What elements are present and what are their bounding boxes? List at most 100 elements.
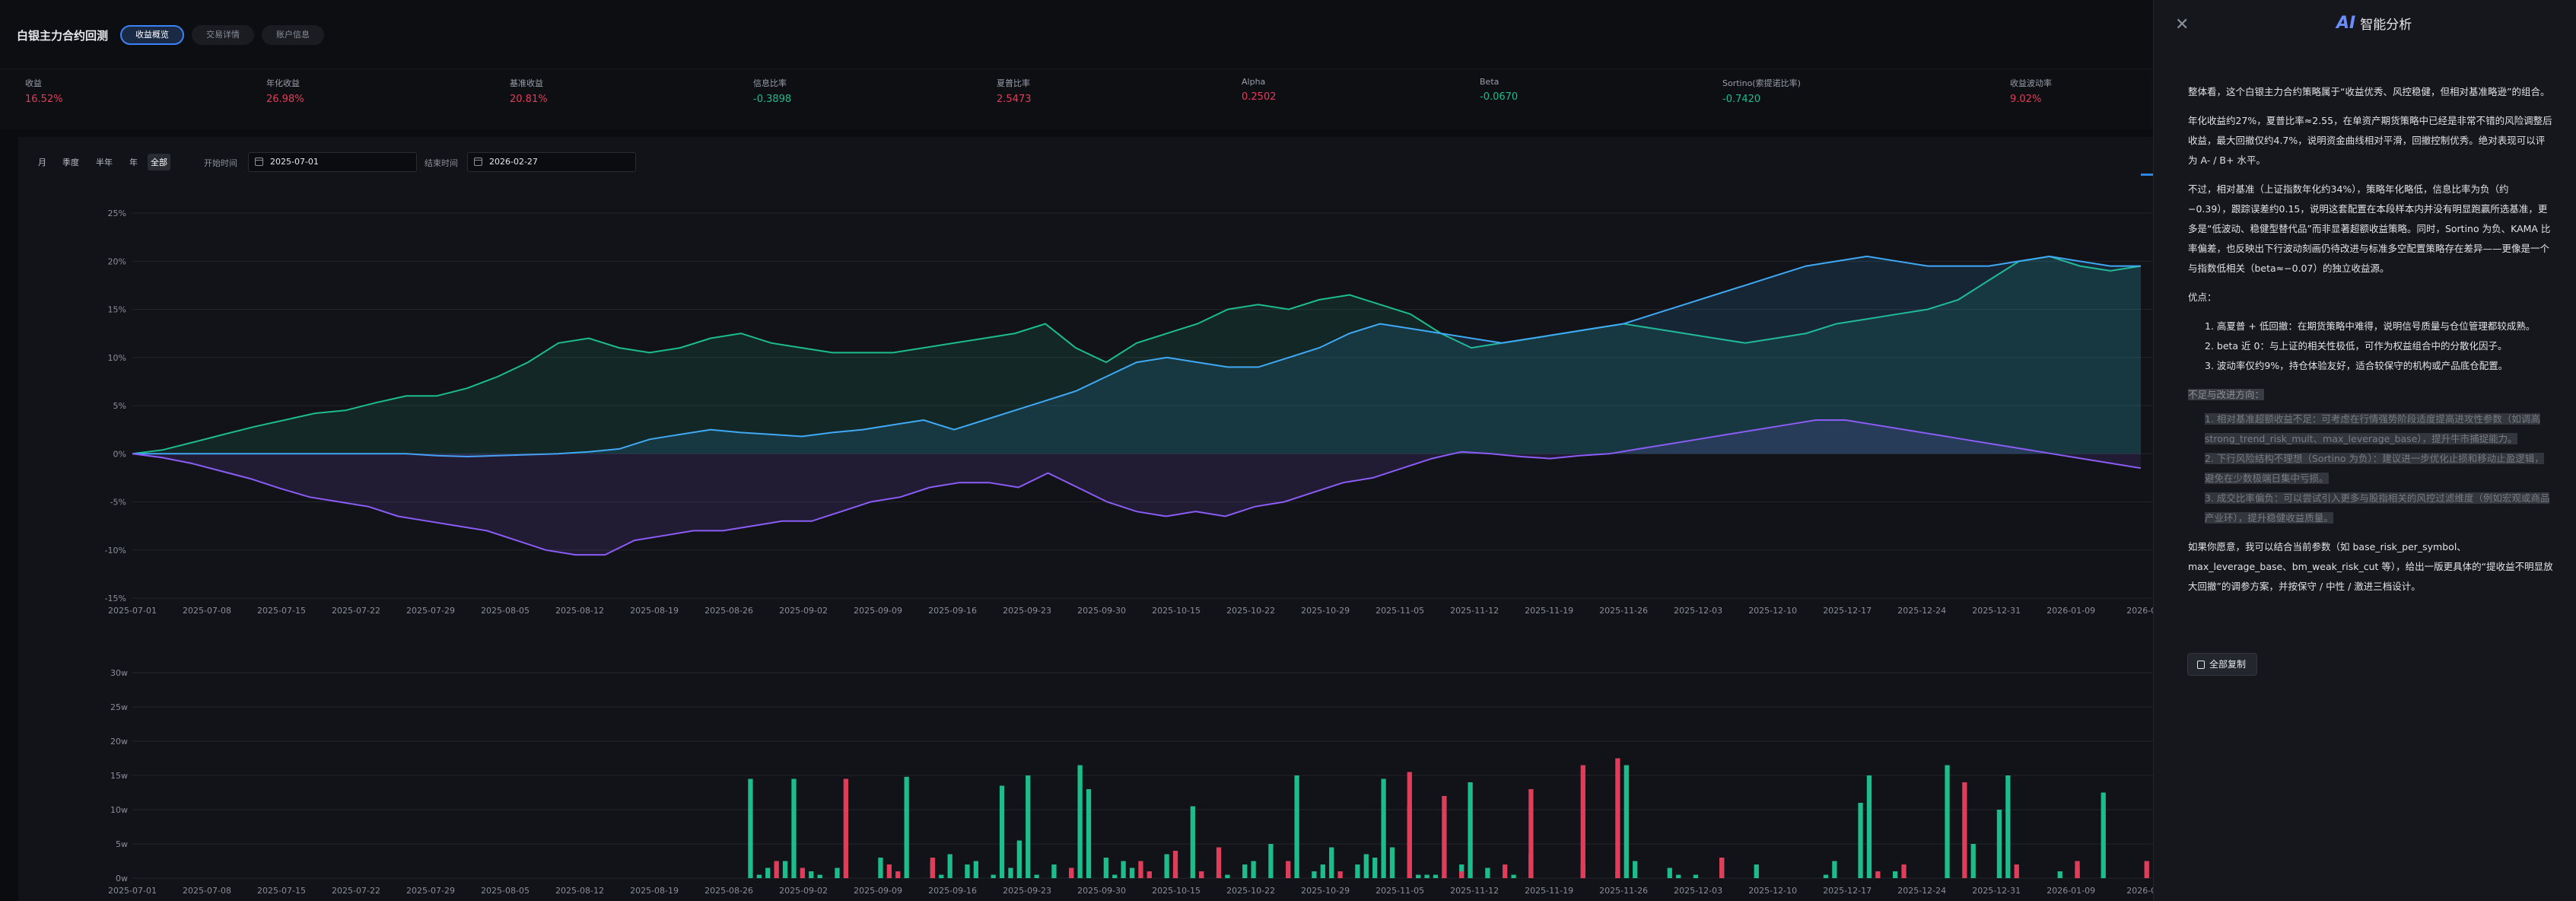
x-tick-label: 2025-10-29 [1301,606,1350,616]
x-tick-label: 2025-07-29 [406,606,455,616]
metric-return: 收益 16.52% [25,77,63,105]
tab-bar: 收益概览 交易详情 账户信息 [120,25,324,45]
x-tick-label: 2025-08-05 [481,606,530,616]
volume-bar [1962,782,1967,878]
volume-bar [1858,803,1863,878]
volume-bar [1146,871,1152,878]
x-tick-label: 2025-11-26 [1599,606,1648,616]
y-tick-label: 5w [116,839,128,849]
volume-bar [835,868,840,878]
selected-text: 2. 下行风险结构不理想（Sortino 为负）：建议进一步优化止损和移动止盈逻… [2205,453,2544,484]
volume-bar [1242,864,1248,878]
volume-bar [1433,874,1439,878]
selected-text: 1. 相对基准超额收益不足：可考虑在行情强势阶段适度提高进攻性参数（如调高 st… [2205,413,2540,444]
x-tick-label: 2025-08-05 [481,886,530,896]
volume-bar [1754,864,1759,878]
volume-bar [791,778,797,878]
ai-analysis-text: 整体看，这个白银主力合约策略属于“收益优秀、风控稳健，但相对基准略逊”的组合。 … [2188,82,2553,606]
volume-bar [939,874,944,878]
list-item: 3. 波动率仅约9%，持仓体验友好，适合较保守的机构或产品底仓配置。 [2205,360,2508,371]
y-tick-label: 25% [108,209,126,218]
volume-bar [1051,864,1057,878]
volume-bar [904,776,909,878]
volume-bar [1026,775,1031,878]
end-date-input[interactable]: 2026-02-27 [467,152,636,172]
end-date-value: 2026-02-27 [489,157,538,167]
volume-bar [991,874,996,878]
volume-bar [1866,775,1872,878]
x-tick-label: 2025-09-23 [1003,606,1051,616]
y-tick-label: 0% [113,449,126,459]
volume-bar [1424,874,1430,878]
x-tick-label: 2025-08-26 [704,606,753,616]
pros-heading: 优点： [2188,291,2217,303]
x-tick-label: 2025-09-30 [1077,886,1126,896]
x-tick-label: 2025-11-19 [1525,886,1573,896]
volume-bar [782,861,788,878]
metric-value: -0.7420 [1722,94,1761,105]
volume-bar [817,874,822,878]
x-tick-label: 2025-07-01 [108,606,157,616]
volume-bar [774,861,779,878]
volume-bar [973,861,978,878]
y-tick-label: 5% [113,401,126,411]
metric-sortino: Sortino(索提诺比率) -0.7420 [1722,77,1801,105]
volume-bar [930,858,935,878]
legend-marker [2141,174,2153,176]
y-tick-label: 10% [108,353,126,363]
volume-bar [1251,861,1256,878]
volume-bar [1442,796,1447,878]
close-icon[interactable]: ✕ [2175,15,2189,34]
metrics-bar: 收益 16.52% 年化收益 26.98% 基准收益 20.81% 信息比率 -0.38… [0,68,2153,129]
volume-bar [1312,871,1317,878]
volume-bar [1528,789,1534,878]
tab-account-info[interactable]: 账户信息 [262,25,324,45]
volume-bar [895,871,901,878]
volume-bar [2014,864,2019,878]
period-halfyear-button[interactable]: 半年 [93,154,116,170]
volume-bar [1468,782,1473,878]
x-tick-label: 2026-01- [2126,606,2153,616]
tab-overview[interactable]: 收益概览 [120,25,184,45]
volume-bar-chart: 30w 25w 20w 15w 10w 5w 0w 2025-07-01 2025-07-08 2… [108,668,2153,896]
volume-bar [1875,871,1881,878]
volume-bar [748,778,753,878]
period-year-button[interactable]: 年 [126,154,141,170]
metric-value: 2.5473 [997,94,1032,105]
period-all-button[interactable]: 全部 [148,154,170,170]
period-quarter-button[interactable]: 季度 [59,154,82,170]
volume-bar [1121,861,1126,878]
x-tick-label: 2025-11-05 [1375,606,1424,616]
period-month-button[interactable]: 月 [35,154,49,170]
x-tick-label: 2025-12-31 [1972,886,2021,896]
cons-list: 1. 相对基准超额收益不足：可考虑在行情强势阶段适度提高进攻性参数（如调高 st… [2205,409,2553,528]
copy-all-button[interactable]: 全部复制 [2187,653,2258,676]
end-time-label: 结束时间 [425,158,458,168]
tab-trade-details[interactable]: 交易详情 [192,25,254,45]
cons-heading: 不足与改进方向： [2188,389,2265,400]
x-tick-label: 2025-10-22 [1226,606,1275,616]
volume-bar [1615,758,1620,878]
x-tick-label: 2026-01-09 [2046,606,2095,616]
metric-volatility: 收益波动率 9.02% [2010,77,2052,105]
returns-line-chart: 25% 20% 15% 10% 5% 0% -5% -10% -15% 2025-07-01 202… [105,209,2153,616]
volume-bar [1693,874,1699,878]
x-tick-label: 2025-09-02 [779,886,828,896]
metric-value: 0.2502 [1242,91,1277,103]
x-tick-label: 2025-08-12 [555,606,604,616]
start-date-input[interactable]: 2025-07-01 [248,152,417,172]
volume-bar [1893,871,1898,878]
x-tick-label: 2025-12-03 [1674,606,1722,616]
volume-bar [1485,868,1490,878]
x-tick-label: 2025-08-19 [630,606,679,616]
list-item: 3. 成交比率偏负：可以尝试引入更多与股指相关的风控过滤维度（例如宏观或商品产业… [2205,489,2553,528]
x-tick-label: 2025-09-02 [779,606,828,616]
x-tick-label: 2025-08-19 [630,886,679,896]
volume-bar [1372,858,1378,878]
x-tick-label: 2025-12-24 [1897,606,1946,616]
volume-bar [1172,851,1178,878]
volume-bar [1389,847,1395,878]
x-tick-label: 2025-10-22 [1226,886,1275,896]
x-tick-label: 2025-07-08 [183,606,231,616]
volume-bar [1503,864,1508,878]
